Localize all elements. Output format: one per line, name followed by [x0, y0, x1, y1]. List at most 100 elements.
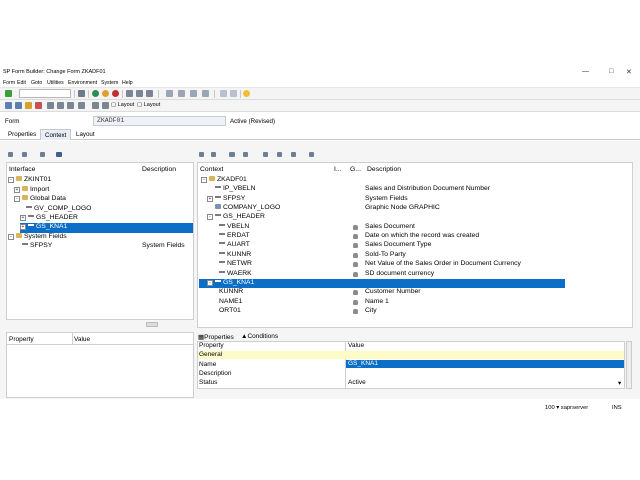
tab-layout[interactable]: Layout — [72, 129, 99, 140]
tree-node-erdat[interactable]: ERDAT — [219, 232, 250, 242]
save-icon[interactable] — [78, 90, 85, 97]
expand-toggle-icon[interactable]: + — [207, 195, 213, 202]
tree-node-description: SD document currency — [365, 269, 435, 277]
tab-conditions[interactable]: ▲Conditions — [241, 333, 278, 340]
display-change-icon[interactable] — [5, 102, 12, 109]
find-next-tree-icon[interactable] — [243, 152, 248, 157]
other-object-icon[interactable] — [15, 102, 22, 109]
details-icon[interactable] — [56, 152, 62, 157]
tree-node-auart[interactable]: AUART — [219, 241, 250, 251]
tree-node-zkadf01[interactable]: - ZKADF01 — [201, 176, 247, 186]
expand-icon[interactable] — [199, 152, 204, 157]
tree-node-ip-vbeln[interactable]: IP_VBELN — [215, 185, 256, 195]
expand-toggle-icon[interactable]: + — [20, 215, 26, 221]
tree-node-sfpsy[interactable]: + SFPSY — [207, 195, 245, 205]
tree-node-name1[interactable]: NAME1 — [219, 298, 242, 308]
previous-page-icon[interactable] — [178, 90, 185, 97]
tree-node-global-data[interactable]: - Global Data — [14, 195, 66, 205]
collapse-toggle-icon[interactable]: - — [201, 177, 207, 183]
collapse-icon[interactable] — [22, 152, 27, 157]
help-icon[interactable] — [243, 90, 250, 97]
exit-icon[interactable] — [102, 90, 109, 97]
tab-context[interactable]: Context — [40, 129, 72, 140]
tree-node-gv-comp-logo[interactable]: GV_COMP_LOGO — [26, 205, 91, 215]
collapse-toggle-icon[interactable]: - — [8, 177, 14, 183]
status-dropdown[interactable]: Active — [348, 379, 366, 386]
tree-node-gs-kna1[interactable]: - GS_KNA1 — [199, 278, 565, 289]
collapse-toggle-icon[interactable]: - — [207, 279, 213, 286]
expand-icon[interactable] — [8, 152, 13, 157]
expand-toggle-icon[interactable]: + — [14, 186, 20, 193]
horizontal-scrollbar[interactable] — [146, 322, 158, 327]
tree-node-sfpsy[interactable]: SFPSY — [22, 242, 52, 252]
collapse-toggle-icon[interactable]: - — [8, 233, 14, 240]
menu-environment[interactable]: Environment — [68, 80, 97, 86]
menu-utilities[interactable]: Utilities — [47, 80, 64, 86]
menu-edit[interactable]: Edit — [17, 80, 26, 86]
object-list-icon[interactable] — [67, 102, 74, 109]
name-value-field[interactable]: GS_KNA1 — [346, 360, 624, 368]
find-tree-icon[interactable] — [40, 152, 45, 157]
tree-node-gs-header[interactable]: - GS_HEADER — [207, 213, 265, 223]
cancel-icon[interactable] — [112, 90, 119, 97]
tab-properties[interactable]: Properties — [4, 129, 40, 140]
tree-node-label: GS_HEADER — [223, 213, 265, 221]
layout-button-1[interactable]: ▢ Layout — [111, 102, 134, 108]
menu-help[interactable]: Help — [122, 80, 133, 86]
tree-node-ort01[interactable]: ORT01 — [219, 307, 241, 317]
structure-icon — [28, 215, 34, 217]
next-page-icon[interactable] — [190, 90, 197, 97]
copy-icon[interactable] — [277, 152, 282, 157]
tree-node-company-logo[interactable]: COMPANY_LOGO — [215, 204, 280, 214]
where-used-icon[interactable] — [57, 102, 64, 109]
check-icon[interactable] — [25, 102, 32, 109]
tree-node-import[interactable]: + Import — [14, 185, 49, 196]
tree-node-vbeln[interactable]: VBELN — [219, 223, 249, 233]
tree-node-description: System Fields — [365, 194, 408, 202]
value-header: Value — [348, 342, 365, 349]
delete-icon[interactable] — [309, 152, 314, 157]
find-icon[interactable] — [136, 90, 143, 97]
collapse-toggle-icon[interactable]: - — [207, 214, 213, 221]
collapse-icon[interactable] — [211, 152, 216, 157]
collapse-toggle-icon[interactable]: - — [14, 196, 20, 202]
tree-node-zkint01[interactable]: - ZKINT01 — [8, 176, 51, 186]
maximize-icon[interactable]: □ — [609, 68, 613, 75]
form-header: Form ZKADF01 Active (Revised) — [0, 114, 640, 128]
tree-node-kunnr-kna1[interactable]: KUNNR — [219, 288, 243, 298]
back-icon[interactable] — [92, 90, 99, 97]
tree-node-netwr[interactable]: NETWR — [219, 260, 252, 270]
cut-icon[interactable] — [263, 152, 268, 157]
close-icon[interactable]: ✕ — [626, 68, 632, 76]
tree-node-system-fields[interactable]: - System Fields — [8, 232, 67, 243]
info-icon[interactable] — [78, 102, 85, 109]
menu-system[interactable]: System — [101, 80, 118, 86]
tab-properties-bottom[interactable]: ▦Properties — [198, 333, 234, 341]
field-icon — [26, 205, 32, 208]
new-session-icon[interactable] — [220, 90, 227, 97]
first-page-icon[interactable] — [166, 90, 173, 97]
enter-icon[interactable] — [5, 90, 12, 97]
find-next-icon[interactable] — [146, 90, 153, 97]
form-name-field[interactable]: ZKADF01 — [93, 116, 226, 126]
vertical-scrollbar[interactable] — [626, 341, 632, 389]
tree-node-kunnr[interactable]: KUNNR — [219, 251, 251, 261]
chevron-down-icon[interactable]: ▾ — [618, 379, 621, 387]
paste-icon[interactable] — [291, 152, 296, 157]
expand-toggle-icon[interactable]: + — [20, 224, 26, 230]
find-tree-icon[interactable] — [229, 152, 235, 157]
pretty-printer-icon[interactable] — [102, 102, 109, 109]
minimize-icon[interactable]: — — [582, 68, 589, 75]
activate-icon[interactable] — [35, 102, 42, 109]
menu-form[interactable]: Form — [3, 80, 15, 86]
command-field[interactable] — [19, 89, 71, 98]
navigate-icon[interactable] — [92, 102, 99, 109]
tree-node-gs-kna1[interactable]: + GS_KNA1 — [20, 223, 193, 233]
last-page-icon[interactable] — [202, 90, 209, 97]
menu-goto[interactable]: Goto — [31, 80, 42, 86]
shortcut-icon[interactable] — [230, 90, 237, 97]
tree-node-waerk[interactable]: WAERK — [219, 270, 252, 280]
layout-button-2[interactable]: ▢ Layout — [137, 102, 160, 108]
print-icon[interactable] — [126, 90, 133, 97]
test-icon[interactable] — [47, 102, 54, 109]
